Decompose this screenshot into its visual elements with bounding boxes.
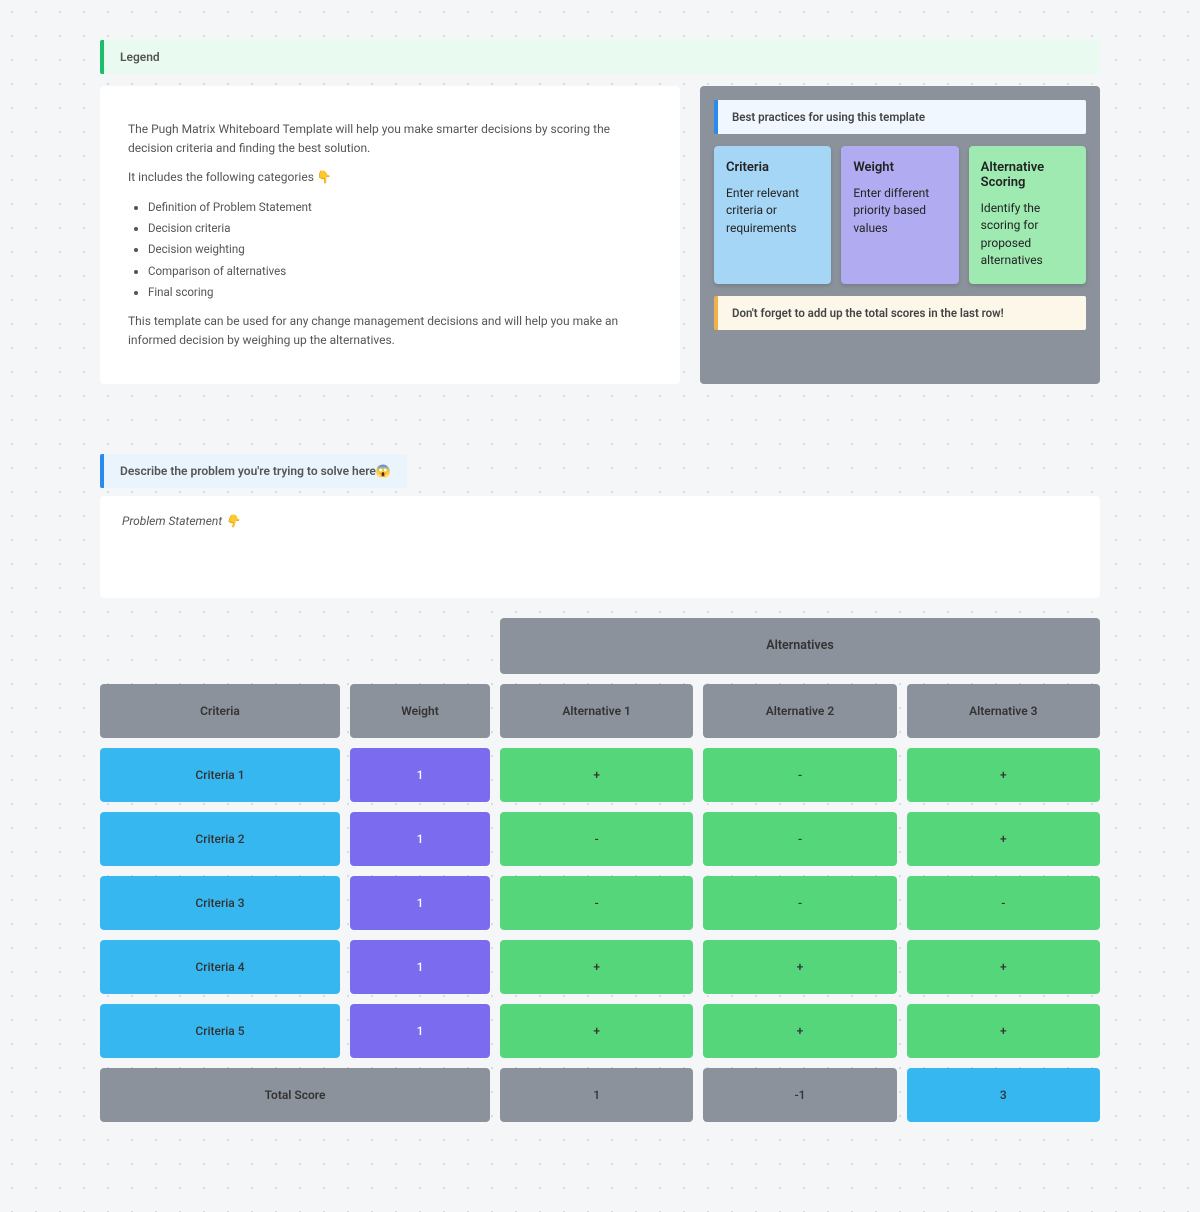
score-cell[interactable]: + bbox=[703, 940, 896, 994]
total-alt2: -1 bbox=[703, 1068, 896, 1122]
score-cell[interactable]: + bbox=[703, 1004, 896, 1058]
header-alt3: Alternative 3 bbox=[907, 684, 1100, 738]
weight-cell[interactable]: 1 bbox=[350, 876, 490, 930]
score-cell[interactable]: - bbox=[703, 812, 896, 866]
problem-placeholder: Problem Statement 👇 bbox=[122, 514, 240, 528]
header-alt2: Alternative 2 bbox=[703, 684, 896, 738]
best-practices-panel: Best practices for using this template C… bbox=[700, 86, 1100, 384]
best-practices-title: Best practices for using this template bbox=[714, 100, 1086, 134]
score-cell[interactable]: + bbox=[907, 748, 1100, 802]
legend-category-list: Definition of Problem Statement Decision… bbox=[148, 198, 652, 302]
list-item: Decision weighting bbox=[148, 240, 652, 258]
legend-description-card: The Pugh Matrix Whiteboard Template will… bbox=[100, 86, 680, 384]
criteria-cell[interactable]: Criteria 4 bbox=[100, 940, 340, 994]
sticky-weight[interactable]: Weight Enter different priority based va… bbox=[841, 146, 958, 284]
sticky-title: Alternative Scoring bbox=[981, 160, 1074, 190]
total-alt1: 1 bbox=[500, 1068, 693, 1122]
criteria-cell[interactable]: Criteria 1 bbox=[100, 748, 340, 802]
score-cell[interactable]: + bbox=[907, 1004, 1100, 1058]
sticky-title: Weight bbox=[853, 160, 946, 175]
problem-statement-card[interactable]: Problem Statement 👇 bbox=[100, 496, 1100, 598]
score-cell[interactable]: - bbox=[703, 748, 896, 802]
weight-cell[interactable]: 1 bbox=[350, 748, 490, 802]
weight-cell[interactable]: 1 bbox=[350, 940, 490, 994]
total-score-label: Total Score bbox=[100, 1068, 490, 1122]
list-item: Final scoring bbox=[148, 283, 652, 301]
score-cell[interactable]: + bbox=[907, 812, 1100, 866]
score-cell[interactable]: + bbox=[907, 940, 1100, 994]
criteria-cell[interactable]: Criteria 5 bbox=[100, 1004, 340, 1058]
sticky-title: Criteria bbox=[726, 160, 819, 175]
sticky-body: Enter relevant criteria or requirements bbox=[726, 185, 819, 237]
score-cell[interactable]: - bbox=[500, 876, 693, 930]
legend-intro-2: It includes the following categories 👇 bbox=[128, 168, 652, 187]
sticky-alternative-scoring[interactable]: Alternative Scoring Identify the scoring… bbox=[969, 146, 1086, 284]
list-item: Definition of Problem Statement bbox=[148, 198, 652, 216]
legend-title: Legend bbox=[100, 40, 1100, 74]
sticky-criteria[interactable]: Criteria Enter relevant criteria or requ… bbox=[714, 146, 831, 284]
score-cell[interactable]: + bbox=[500, 1004, 693, 1058]
score-cell[interactable]: + bbox=[500, 748, 693, 802]
score-cell[interactable]: + bbox=[500, 940, 693, 994]
criteria-cell[interactable]: Criteria 2 bbox=[100, 812, 340, 866]
sticky-body: Identify the scoring for proposed altern… bbox=[981, 200, 1074, 270]
score-cell[interactable]: - bbox=[907, 876, 1100, 930]
header-alt1: Alternative 1 bbox=[500, 684, 693, 738]
header-weight: Weight bbox=[350, 684, 490, 738]
matrix-spacer bbox=[100, 618, 490, 674]
header-criteria: Criteria bbox=[100, 684, 340, 738]
problem-title: Describe the problem you're trying to so… bbox=[100, 454, 407, 488]
list-item: Decision criteria bbox=[148, 219, 652, 237]
total-alt3: 3 bbox=[907, 1068, 1100, 1122]
sticky-body: Enter different priority based values bbox=[853, 185, 946, 237]
legend-outro: This template can be used for any change… bbox=[128, 312, 652, 350]
list-item: Comparison of alternatives bbox=[148, 262, 652, 280]
score-cell[interactable]: - bbox=[703, 876, 896, 930]
score-cell[interactable]: - bbox=[500, 812, 693, 866]
reminder-note: Don't forget to add up the total scores … bbox=[714, 296, 1086, 330]
criteria-cell[interactable]: Criteria 3 bbox=[100, 876, 340, 930]
legend-intro-1: The Pugh Matrix Whiteboard Template will… bbox=[128, 120, 652, 158]
weight-cell[interactable]: 1 bbox=[350, 1004, 490, 1058]
weight-cell[interactable]: 1 bbox=[350, 812, 490, 866]
alternatives-header: Alternatives bbox=[500, 618, 1100, 674]
